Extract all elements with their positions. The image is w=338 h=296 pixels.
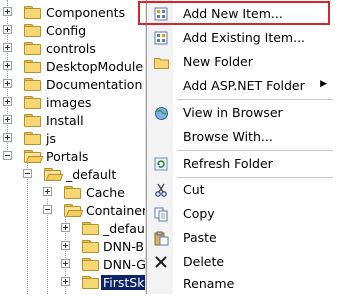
tree-item-label: images: [46, 94, 92, 110]
tree-item-label: DNN-B: [103, 238, 144, 254]
tree-item-label-selected: FirstSk: [101, 274, 147, 290]
expand-icon[interactable]: [61, 277, 70, 286]
browser-icon: [153, 105, 169, 121]
open-folder-icon: [64, 204, 81, 217]
menu-item-new-folder[interactable]: New Folder: [147, 50, 338, 74]
menu-separator: [177, 99, 333, 100]
refresh-icon: [153, 156, 169, 172]
menu-separator: [177, 150, 333, 151]
tree-item-label: js: [46, 130, 56, 146]
expand-icon[interactable]: [61, 223, 70, 232]
open-folder-icon: [44, 168, 61, 181]
menu-item-label: Delete: [183, 254, 225, 269]
folder-icon: [24, 6, 41, 19]
menu-item-label: Paste: [183, 230, 217, 245]
tree-item-label: Config: [46, 22, 87, 38]
tree-item-label: DNN-G: [103, 256, 146, 272]
cut-icon: [153, 182, 169, 198]
tree-item-containers[interactable]: Container: [0, 201, 148, 219]
expand-icon[interactable]: [3, 79, 12, 88]
tree-item-cache[interactable]: Cache: [0, 183, 146, 201]
menu-item-rename[interactable]: Rename: [147, 272, 338, 296]
expand-icon[interactable]: [3, 133, 12, 142]
tree-item-js[interactable]: js: [0, 129, 146, 147]
menu-item-copy[interactable]: Copy: [147, 202, 338, 226]
tree-item-dnn-gray[interactable]: DNN-G: [0, 255, 146, 273]
expand-icon[interactable]: [61, 241, 70, 250]
tree-item-default-container[interactable]: _defau: [0, 219, 146, 237]
folder-icon: [82, 258, 99, 271]
menu-item-label: New Folder: [183, 54, 253, 69]
tree-item-label: _defau: [103, 220, 145, 236]
menu-item-paste[interactable]: Paste: [147, 226, 338, 250]
collapse-icon[interactable]: [43, 205, 52, 214]
folder-icon: [82, 276, 99, 289]
menu-item-view-in-browser[interactable]: View in Browser: [147, 101, 338, 125]
menu-item-label: Add Existing Item...: [183, 30, 306, 45]
menu-item-cut[interactable]: Cut: [147, 178, 338, 202]
tree-item-label: DesktopModule: [46, 58, 144, 74]
folder-icon: [24, 132, 41, 145]
tree-item-components[interactable]: Components: [0, 3, 146, 21]
menu-item-label: Copy: [183, 206, 215, 221]
expand-icon[interactable]: [3, 97, 12, 106]
expand-icon[interactable]: [3, 25, 12, 34]
menu-item-add-existing-item[interactable]: Add Existing Item...: [147, 26, 338, 50]
tree-item-portals[interactable]: Portals: [0, 147, 146, 165]
tree-item-firstskin[interactable]: FirstSk: [0, 273, 147, 291]
folder-icon: [24, 60, 41, 73]
menu-item-refresh-folder[interactable]: Refresh Folder: [147, 152, 338, 176]
tree-item-label: controls: [46, 40, 96, 56]
folder-icon: [24, 24, 41, 37]
tree-item-label: Components: [46, 4, 126, 20]
expand-icon[interactable]: [3, 7, 12, 16]
tree-item-controls[interactable]: controls: [0, 39, 146, 57]
expand-icon[interactable]: [43, 187, 52, 196]
menu-item-label: Rename: [183, 276, 235, 291]
menu-item-label: Refresh Folder: [183, 156, 273, 171]
menu-item-browse-with[interactable]: Browse With...: [147, 125, 338, 149]
expand-icon[interactable]: [61, 259, 70, 268]
folder-icon: [82, 222, 99, 235]
copy-icon: [153, 206, 169, 222]
folder-icon: [24, 114, 41, 127]
tree-item-install[interactable]: Install: [0, 111, 146, 129]
tree-item-config[interactable]: Config: [0, 21, 146, 39]
folder-icon: [24, 96, 41, 109]
collapse-icon[interactable]: [23, 169, 32, 178]
tree-item-label: _default: [66, 166, 117, 182]
open-folder-icon: [24, 150, 41, 163]
context-menu: Add New Item... Add Existing Item... New…: [146, 0, 338, 294]
folder-icon: [24, 78, 41, 91]
add-existing-item-icon: [153, 30, 169, 46]
delete-icon: [153, 254, 169, 270]
paste-icon: [153, 230, 169, 246]
tree-item-images[interactable]: images: [0, 93, 146, 111]
expand-icon[interactable]: [3, 43, 12, 52]
menu-item-label: Browse With...: [183, 129, 273, 144]
tree-item-label: Install: [46, 112, 84, 128]
folder-icon: [64, 186, 81, 199]
tree-item-dnn-blue[interactable]: DNN-B: [0, 237, 146, 255]
menu-item-label: Add ASP.NET Folder: [183, 78, 305, 93]
tree-item-default[interactable]: _default: [0, 165, 146, 183]
folder-icon: [82, 240, 99, 253]
folder-icon: [24, 42, 41, 55]
menu-item-label: Cut: [183, 182, 205, 197]
tree-item-label: Cache: [86, 184, 125, 200]
tree-item-label: Portals: [46, 148, 89, 164]
submenu-arrow-icon: ▶: [320, 79, 327, 89]
new-folder-icon: [153, 54, 169, 70]
menu-item-add-aspnet-folder[interactable]: Add ASP.NET Folder ▶: [147, 74, 338, 98]
menu-item-label: View in Browser: [183, 105, 283, 120]
tree-item-desktopmodules[interactable]: DesktopModule: [0, 57, 146, 75]
expand-icon[interactable]: [3, 61, 12, 70]
expand-icon[interactable]: [3, 115, 12, 124]
tree-item-documentation[interactable]: Documentation: [0, 75, 146, 93]
menu-item-delete[interactable]: Delete: [147, 250, 338, 274]
collapse-icon[interactable]: [3, 151, 12, 160]
tree-item-label: Documentation: [46, 76, 143, 92]
tree-item-label: Container: [86, 202, 148, 218]
highlight-box: [138, 1, 330, 25]
